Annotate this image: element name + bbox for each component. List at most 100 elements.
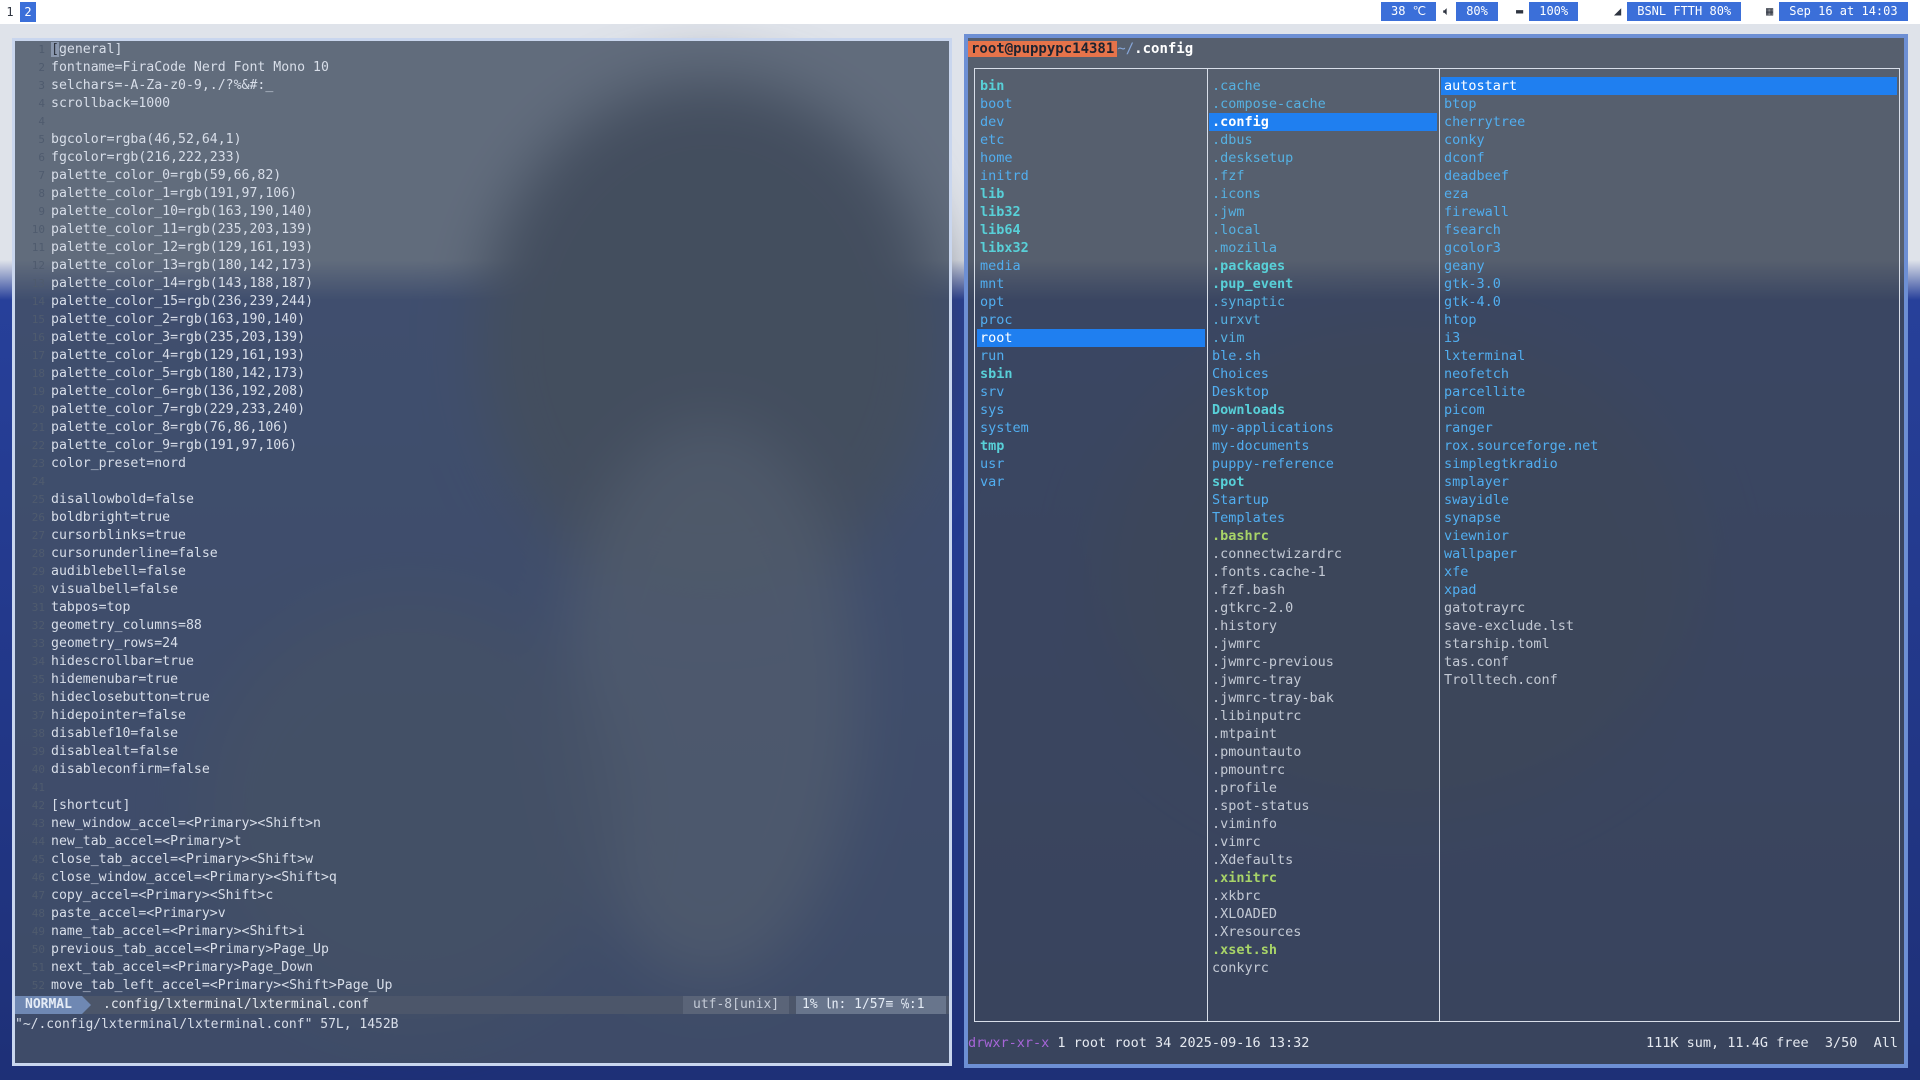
preview-dir-entry[interactable]: starship.toml xyxy=(1441,635,1897,653)
vim-line[interactable]: 22 palette_color_9=rgb(191,97,106) xyxy=(15,437,949,455)
current-dir-entry[interactable]: .fzf.bash xyxy=(1209,581,1437,599)
vim-line[interactable]: 23 color_preset=nord xyxy=(15,455,949,473)
current-dir-entry[interactable]: .libinputrc xyxy=(1209,707,1437,725)
current-dir-entry[interactable]: .jwm xyxy=(1209,203,1437,221)
parent-dir-entry[interactable]: lib32 xyxy=(977,203,1205,221)
preview-dir-entry[interactable]: xpad xyxy=(1441,581,1897,599)
current-dir-entry[interactable]: Startup xyxy=(1209,491,1437,509)
preview-dir-entry[interactable]: swayidle xyxy=(1441,491,1897,509)
preview-dir-entry[interactable]: dconf xyxy=(1441,149,1897,167)
preview-dir-entry[interactable]: btop xyxy=(1441,95,1897,113)
current-dir-entry[interactable]: ble.sh xyxy=(1209,347,1437,365)
current-dir-entry[interactable]: .bashrc xyxy=(1209,527,1437,545)
current-dir-entry[interactable]: my-documents xyxy=(1209,437,1437,455)
current-dir-entry[interactable]: .jwmrc-tray xyxy=(1209,671,1437,689)
vim-line[interactable]: 18 palette_color_5=rgb(180,142,173) xyxy=(15,365,949,383)
preview-dir-entry[interactable]: cherrytree xyxy=(1441,113,1897,131)
current-dir-entry[interactable]: .xset.sh xyxy=(1209,941,1437,959)
vim-line[interactable]: 12 palette_color_13=rgb(180,142,173) xyxy=(15,257,949,275)
current-dir-entry[interactable]: my-applications xyxy=(1209,419,1437,437)
current-dir-entry[interactable]: .config xyxy=(1209,113,1437,131)
vim-line[interactable]: 44 new_tab_accel=<Primary>t xyxy=(15,833,949,851)
current-dir-entry[interactable]: Desktop xyxy=(1209,383,1437,401)
preview-dir-entry[interactable]: neofetch xyxy=(1441,365,1897,383)
parent-dir-entry[interactable]: run xyxy=(977,347,1205,365)
parent-dir-entry[interactable]: etc xyxy=(977,131,1205,149)
vim-line[interactable]: 25 disallowbold=false xyxy=(15,491,949,509)
vim-line[interactable]: 24 xyxy=(15,473,949,491)
vim-line[interactable]: 4 scrollback=1000 xyxy=(15,95,949,113)
preview-dir-entry[interactable]: parcellite xyxy=(1441,383,1897,401)
preview-dir-entry[interactable]: lxterminal xyxy=(1441,347,1897,365)
current-dir-entry[interactable]: .fonts.cache-1 xyxy=(1209,563,1437,581)
current-dir-entry[interactable]: .mozilla xyxy=(1209,239,1437,257)
preview-dir-entry[interactable]: Trolltech.conf xyxy=(1441,671,1897,689)
current-dir-entry[interactable]: .profile xyxy=(1209,779,1437,797)
preview-dir-entry[interactable]: firewall xyxy=(1441,203,1897,221)
vim-line[interactable]: 11 palette_color_12=rgb(129,161,193) xyxy=(15,239,949,257)
preview-dir-entry[interactable]: conky xyxy=(1441,131,1897,149)
current-dir-entry[interactable]: .pup_event xyxy=(1209,275,1437,293)
network-indicator[interactable]: ◢ BSNL FTTH 80% xyxy=(1614,2,1742,21)
vim-line[interactable]: 16 palette_color_3=rgb(235,203,139) xyxy=(15,329,949,347)
parent-dir-entry[interactable]: dev xyxy=(977,113,1205,131)
vim-line[interactable]: 14 palette_color_15=rgb(236,239,244) xyxy=(15,293,949,311)
vim-line[interactable]: 7 palette_color_0=rgb(59,66,82) xyxy=(15,167,949,185)
preview-dir-entry[interactable]: fsearch xyxy=(1441,221,1897,239)
vim-line[interactable]: 1 [general] xyxy=(15,41,949,59)
parent-dir-entry[interactable]: usr xyxy=(977,455,1205,473)
vim-line[interactable]: 49 name_tab_accel=<Primary><Shift>i xyxy=(15,923,949,941)
preview-dir-entry[interactable]: htop xyxy=(1441,311,1897,329)
current-dir-entry[interactable]: .vimrc xyxy=(1209,833,1437,851)
vim-line[interactable]: 9 palette_color_10=rgb(163,190,140) xyxy=(15,203,949,221)
parent-dir-entry[interactable]: root xyxy=(977,329,1205,347)
preview-dir-entry[interactable]: ranger xyxy=(1441,419,1897,437)
current-dir-entry[interactable]: .Xresources xyxy=(1209,923,1437,941)
current-dir-entry[interactable]: Templates xyxy=(1209,509,1437,527)
parent-dir-entry[interactable]: mnt xyxy=(977,275,1205,293)
current-dir-entry[interactable]: .packages xyxy=(1209,257,1437,275)
current-dir-entry[interactable]: spot xyxy=(1209,473,1437,491)
vim-line[interactable]: 20 palette_color_7=rgb(229,233,240) xyxy=(15,401,949,419)
vim-line[interactable]: 15 palette_color_2=rgb(163,190,140) xyxy=(15,311,949,329)
parent-dir-entry[interactable]: opt xyxy=(977,293,1205,311)
parent-dir-entry[interactable]: sys xyxy=(977,401,1205,419)
preview-dir-entry[interactable]: gatotrayrc xyxy=(1441,599,1897,617)
vim-line[interactable]: 17 palette_color_4=rgb(129,161,193) xyxy=(15,347,949,365)
parent-dir-entry[interactable]: libx32 xyxy=(977,239,1205,257)
vim-line[interactable]: 28 cursorunderline=false xyxy=(15,545,949,563)
parent-dir-entry[interactable]: tmp xyxy=(977,437,1205,455)
preview-dir-entry[interactable]: synapse xyxy=(1441,509,1897,527)
vim-line[interactable]: 3 selchars=-A-Za-z0-9,./?%&#:_ xyxy=(15,77,949,95)
current-dir-entry[interactable]: Choices xyxy=(1209,365,1437,383)
vim-line[interactable]: 45 close_tab_accel=<Primary><Shift>w xyxy=(15,851,949,869)
preview-dir-entry[interactable]: save-exclude.lst xyxy=(1441,617,1897,635)
current-dir-entry[interactable]: .jwmrc-tray-bak xyxy=(1209,689,1437,707)
current-dir-entry[interactable]: .compose-cache xyxy=(1209,95,1437,113)
preview-dir-entry[interactable]: gtk-3.0 xyxy=(1441,275,1897,293)
vim-cmdline[interactable]: "~/.config/lxterminal/lxterminal.conf" 5… xyxy=(15,1016,399,1034)
vim-line[interactable]: 19 palette_color_6=rgb(136,192,208) xyxy=(15,383,949,401)
current-dir-entry[interactable]: .gtkrc-2.0 xyxy=(1209,599,1437,617)
volume-indicator[interactable]: 🔈︎ 80% xyxy=(1443,2,1498,21)
current-dir-entry[interactable]: .history xyxy=(1209,617,1437,635)
current-dir-entry[interactable]: .urxvt xyxy=(1209,311,1437,329)
current-dir-entry[interactable]: .viminfo xyxy=(1209,815,1437,833)
vim-line[interactable]: 40 disableconfirm=false xyxy=(15,761,949,779)
preview-dir-entry[interactable]: i3 xyxy=(1441,329,1897,347)
preview-dir-entry[interactable]: smplayer xyxy=(1441,473,1897,491)
vim-line[interactable]: 33 geometry_rows=24 xyxy=(15,635,949,653)
parent-dir-entry[interactable]: lib xyxy=(977,185,1205,203)
preview-dir-entry[interactable]: xfe xyxy=(1441,563,1897,581)
vim-line[interactable]: 46 close_window_accel=<Primary><Shift>q xyxy=(15,869,949,887)
ranger-terminal-window[interactable]: root@puppypc14381 ~/.config bin boot dev etc… xyxy=(964,34,1908,1068)
current-dir-entry[interactable]: .vim xyxy=(1209,329,1437,347)
workspace-1-button[interactable]: 1 xyxy=(2,2,18,22)
parent-dir-entry[interactable]: sbin xyxy=(977,365,1205,383)
vim-line[interactable]: 38 disablef10=false xyxy=(15,725,949,743)
preview-dir-entry[interactable]: eza xyxy=(1441,185,1897,203)
vim-line[interactable]: 13 palette_color_14=rgb(143,188,187) xyxy=(15,275,949,293)
current-dir-entry[interactable]: .fzf xyxy=(1209,167,1437,185)
current-dir-entry[interactable]: .XLOADED xyxy=(1209,905,1437,923)
current-dir-entry[interactable]: .jwmrc-previous xyxy=(1209,653,1437,671)
